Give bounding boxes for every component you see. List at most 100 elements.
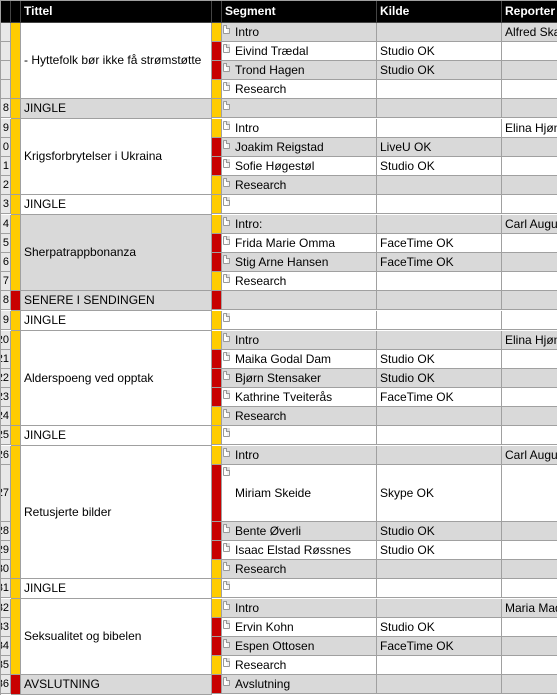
segment-cell[interactable]	[222, 426, 377, 445]
guest-cell[interactable]	[377, 579, 502, 598]
row-number[interactable]: 2	[1, 176, 11, 195]
segment-cell[interactable]	[222, 291, 377, 310]
guest-cell[interactable]	[377, 599, 502, 618]
reporter-cell[interactable]	[502, 369, 557, 388]
segment-cell[interactable]: Ervin Kohn	[222, 618, 377, 637]
guest-cell[interactable]	[377, 311, 502, 330]
guest-cell[interactable]: Studio OK	[377, 42, 502, 61]
story-title[interactable]: JINGLE	[21, 579, 212, 599]
guest-cell[interactable]	[377, 446, 502, 465]
row-number[interactable]: 8	[1, 99, 11, 118]
reporter-cell[interactable]	[502, 407, 557, 426]
story-title[interactable]: JINGLE	[21, 195, 212, 215]
row-number[interactable]: 0	[1, 138, 11, 157]
row-number[interactable]: 24	[1, 407, 11, 426]
guest-cell[interactable]: Studio OK	[377, 157, 502, 176]
row-number[interactable]: 4	[1, 215, 11, 234]
segment-cell[interactable]	[222, 195, 377, 214]
segment-cell[interactable]: Stig Arne Hansen	[222, 253, 377, 272]
guest-cell[interactable]	[377, 331, 502, 350]
segment-cell[interactable]: Intro	[222, 119, 377, 138]
reporter-cell[interactable]	[502, 138, 557, 157]
segment-cell[interactable]	[222, 311, 377, 330]
guest-cell[interactable]: Skype OK	[377, 465, 502, 522]
story-title[interactable]: JINGLE	[21, 311, 212, 331]
segment-cell[interactable]: Research	[222, 80, 377, 99]
reporter-cell[interactable]	[502, 272, 557, 291]
guest-cell[interactable]: FaceTime OK	[377, 234, 502, 253]
segment-cell[interactable]: Research	[222, 560, 377, 579]
segment-cell[interactable]: Research	[222, 272, 377, 291]
row-number[interactable]: 9	[1, 311, 11, 330]
guest-cell[interactable]	[377, 99, 502, 118]
guest-cell[interactable]	[377, 426, 502, 445]
segment-cell[interactable]: Isaac Elstad Røssnes	[222, 541, 377, 560]
reporter-cell[interactable]: Elina Hjøn	[502, 119, 557, 138]
row-number[interactable]: 36	[1, 675, 11, 694]
segment-cell[interactable]	[222, 579, 377, 598]
segment-cell[interactable]: Intro	[222, 599, 377, 618]
guest-cell[interactable]	[377, 291, 502, 310]
guest-cell[interactable]	[377, 215, 502, 234]
reporter-cell[interactable]	[502, 195, 557, 214]
guest-cell[interactable]: FaceTime OK	[377, 253, 502, 272]
row-number[interactable]: 33	[1, 618, 11, 637]
segment-cell[interactable]: Intro	[222, 331, 377, 350]
story-title[interactable]: SENERE I SENDINGEN	[21, 291, 212, 311]
guest-cell[interactable]: Studio OK	[377, 369, 502, 388]
guest-cell[interactable]	[377, 560, 502, 579]
row-number[interactable]: 22	[1, 369, 11, 388]
reporter-cell[interactable]	[502, 522, 557, 541]
reporter-cell[interactable]	[502, 388, 557, 407]
reporter-cell[interactable]	[502, 157, 557, 176]
reporter-cell[interactable]: Maria Mad	[502, 599, 557, 618]
story-title[interactable]: JINGLE	[21, 99, 212, 119]
segment-cell[interactable]: Research	[222, 656, 377, 675]
segment-cell[interactable]: Kathrine Tveiterås	[222, 388, 377, 407]
row-number[interactable]: 31	[1, 579, 11, 598]
segment-cell[interactable]: Frida Marie Omma	[222, 234, 377, 253]
guest-cell[interactable]	[377, 272, 502, 291]
guest-cell[interactable]: Studio OK	[377, 350, 502, 369]
reporter-cell[interactable]	[502, 656, 557, 675]
row-number[interactable]: 5	[1, 234, 11, 253]
reporter-cell[interactable]	[502, 541, 557, 560]
segment-cell[interactable]: Eivind Trædal	[222, 42, 377, 61]
guest-cell[interactable]	[377, 195, 502, 214]
story-title[interactable]: Retusjerte bilder	[21, 446, 212, 579]
reporter-cell[interactable]	[502, 61, 557, 80]
guest-cell[interactable]: FaceTime OK	[377, 388, 502, 407]
row-number[interactable]	[1, 80, 11, 99]
story-title[interactable]: - Hyttefolk bør ikke få strømstøtte	[21, 23, 212, 99]
row-number[interactable]: 3	[1, 195, 11, 214]
segment-cell[interactable]: Intro	[222, 446, 377, 465]
row-number[interactable]: 30	[1, 560, 11, 579]
segment-cell[interactable]: Bente Øverli	[222, 522, 377, 541]
row-number[interactable]	[1, 61, 11, 80]
row-number[interactable]: 28	[1, 522, 11, 541]
reporter-cell[interactable]	[502, 80, 557, 99]
guest-cell[interactable]	[377, 656, 502, 675]
guest-cell[interactable]: LiveU OK	[377, 138, 502, 157]
story-title[interactable]: Krigsforbrytelser i Ukraina	[21, 119, 212, 195]
segment-cell[interactable]: Bjørn Stensaker	[222, 369, 377, 388]
reporter-cell[interactable]	[502, 99, 557, 118]
reporter-cell[interactable]	[502, 291, 557, 310]
row-number[interactable]: 27	[1, 465, 11, 522]
reporter-cell[interactable]	[502, 234, 557, 253]
row-number[interactable]: 20	[1, 331, 11, 350]
row-number[interactable]: 7	[1, 272, 11, 291]
story-title[interactable]: JINGLE	[21, 426, 212, 446]
guest-cell[interactable]: Studio OK	[377, 618, 502, 637]
story-title[interactable]: Sherpatrappbonanza	[21, 215, 212, 291]
row-number[interactable]: 29	[1, 541, 11, 560]
reporter-cell[interactable]: Elina Hjøn	[502, 331, 557, 350]
segment-cell[interactable]: Intro	[222, 23, 377, 42]
guest-cell[interactable]	[377, 675, 502, 694]
row-number[interactable]	[1, 23, 11, 42]
reporter-cell[interactable]	[502, 311, 557, 330]
segment-cell[interactable]: Research	[222, 176, 377, 195]
row-number[interactable]: 21	[1, 350, 11, 369]
segment-cell[interactable]: Avslutning	[222, 675, 377, 694]
reporter-cell[interactable]: Carl Augus	[502, 215, 557, 234]
